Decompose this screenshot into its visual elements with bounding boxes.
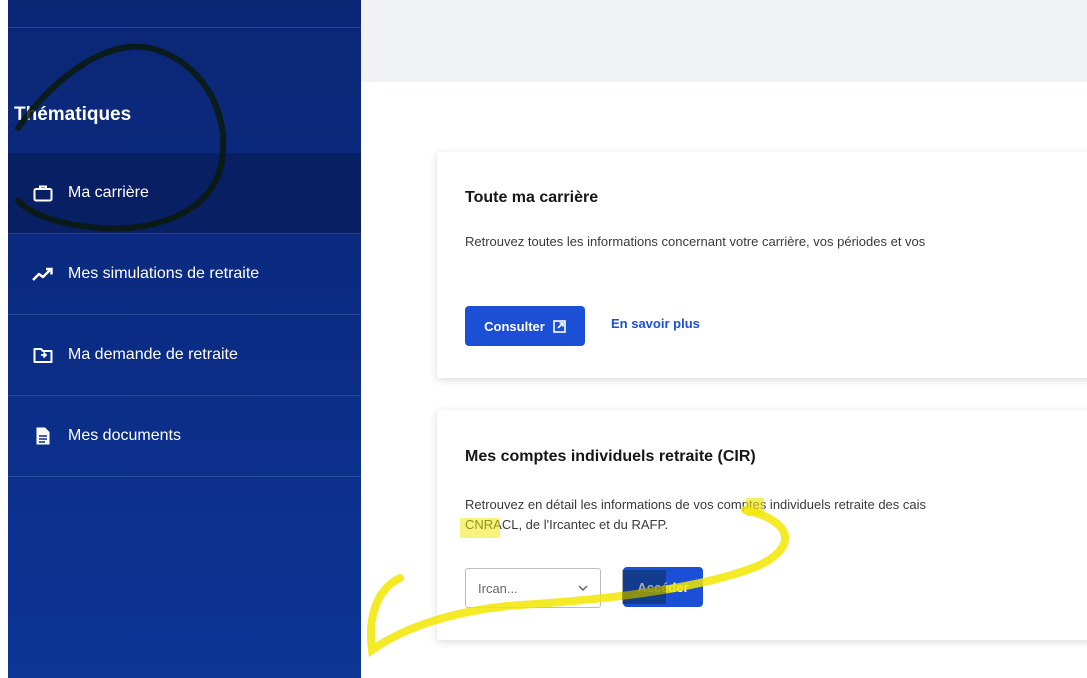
sidebar-item-documents[interactable]: Mes documents	[8, 396, 361, 477]
chevron-down-icon	[578, 585, 588, 591]
briefcase-icon	[32, 183, 54, 203]
card-toute-ma-carriere: Toute ma carrière Retrouvez toutes les i…	[437, 152, 1087, 378]
card-description: Retrouvez toutes les informations concer…	[465, 234, 926, 249]
sidebar-nav: Ma carrière Mes simulations de retraite …	[8, 153, 361, 477]
folder-icon	[32, 345, 54, 365]
acceder-button[interactable]: Accéder	[623, 567, 703, 607]
sidebar-item-label: Mes simulations de retraite	[68, 265, 260, 282]
main-content: Toute ma carrière Retrouvez toutes les i…	[361, 82, 1087, 678]
document-icon	[32, 426, 54, 446]
sidebar-item-demande-retraite[interactable]: Ma demande de retraite	[8, 315, 361, 396]
consulter-button[interactable]: Consulter	[465, 306, 585, 346]
sidebar-item-ma-carriere[interactable]: Ma carrière	[8, 153, 361, 234]
sidebar: Thématiques Ma carrière Mes simulations …	[8, 0, 361, 678]
sidebar-divider	[8, 27, 361, 28]
account-select[interactable]: Ircan...	[465, 568, 601, 608]
window-edge	[0, 0, 8, 678]
external-link-icon	[553, 319, 566, 333]
en-savoir-plus-link[interactable]: En savoir plus	[611, 316, 700, 331]
button-label: Consulter	[484, 318, 545, 334]
sidebar-heading: Thématiques	[14, 104, 132, 125]
card-title: Mes comptes individuels retraite (CIR)	[465, 448, 756, 465]
sidebar-item-label: Mes documents	[68, 427, 181, 444]
top-bar	[361, 0, 1087, 82]
select-value: Ircan...	[478, 580, 518, 596]
sidebar-item-simulations[interactable]: Mes simulations de retraite	[8, 234, 361, 315]
card-title: Toute ma carrière	[465, 189, 599, 206]
card-description-line-2: CNRACL, de l'Ircantec et du RAFP.	[465, 517, 669, 532]
trending-up-icon	[32, 264, 54, 284]
card-description: Retrouvez en détail les informations de …	[465, 497, 927, 512]
sidebar-item-label: Ma carrière	[68, 184, 149, 201]
card-comptes-individuels: Mes comptes individuels retraite (CIR) R…	[437, 410, 1087, 640]
sidebar-item-label: Ma demande de retraite	[68, 346, 238, 363]
